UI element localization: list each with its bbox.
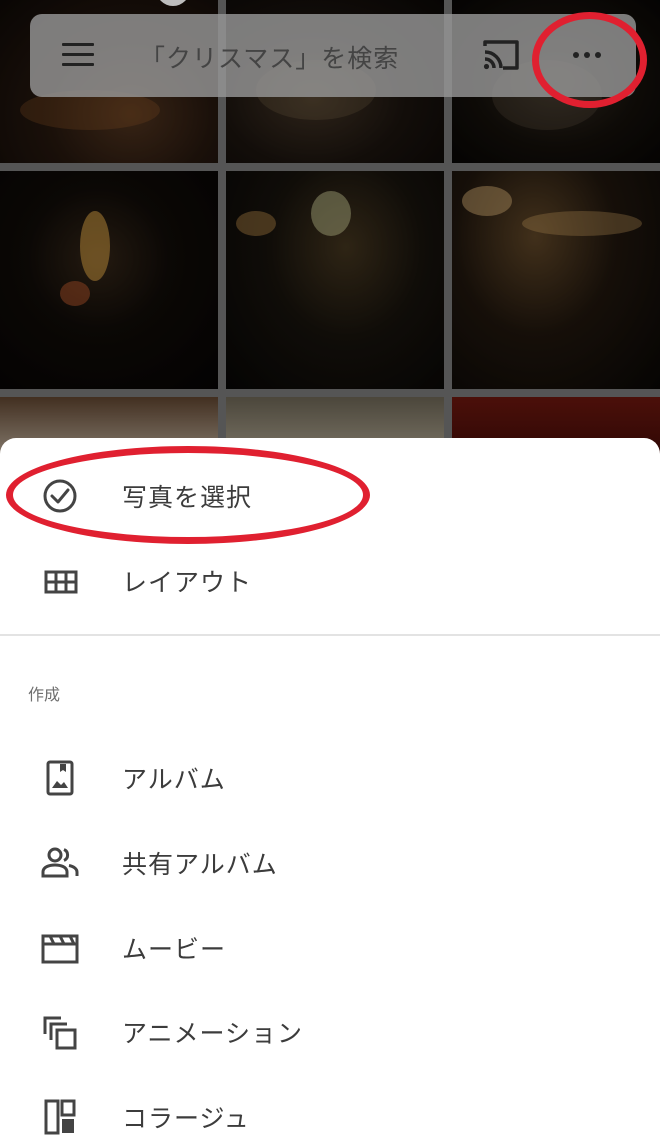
- section-title-create: 作成: [28, 685, 61, 704]
- bottom-sheet-menu: 写真を選択 レイアウト 作成 アルバム 共有アルバム ムービー アニメーション …: [0, 438, 660, 1147]
- menu-item-label: アルバム: [122, 765, 226, 794]
- menu-icon[interactable]: [62, 43, 94, 67]
- highlight-ring-select: [6, 446, 370, 544]
- menu-item-label: アニメーション: [122, 1019, 304, 1048]
- menu-item-shared-album[interactable]: 共有アルバム: [0, 833, 660, 893]
- movie-icon: [40, 930, 80, 966]
- menu-item-collage[interactable]: コラージュ: [0, 1087, 660, 1147]
- menu-item-animation[interactable]: アニメーション: [0, 1002, 660, 1062]
- divider: [0, 634, 660, 636]
- menu-item-label: ムービー: [122, 935, 227, 964]
- shared-album-icon: [40, 845, 80, 881]
- menu-item-label: レイアウト: [122, 568, 253, 597]
- menu-item-movie[interactable]: ムービー: [0, 918, 660, 978]
- highlight-ring-more: [532, 12, 647, 108]
- album-icon: [40, 760, 80, 796]
- search-input[interactable]: 「クリスマス」を検索: [140, 39, 399, 75]
- menu-item-label: 共有アルバム: [122, 850, 278, 879]
- collage-icon: [40, 1099, 80, 1135]
- menu-item-layout[interactable]: レイアウト: [0, 551, 660, 611]
- animation-icon: [40, 1014, 80, 1050]
- menu-item-label: コラージュ: [122, 1104, 250, 1133]
- grid-icon: [40, 563, 80, 599]
- cast-icon[interactable]: [481, 38, 521, 72]
- menu-item-album[interactable]: アルバム: [0, 748, 660, 808]
